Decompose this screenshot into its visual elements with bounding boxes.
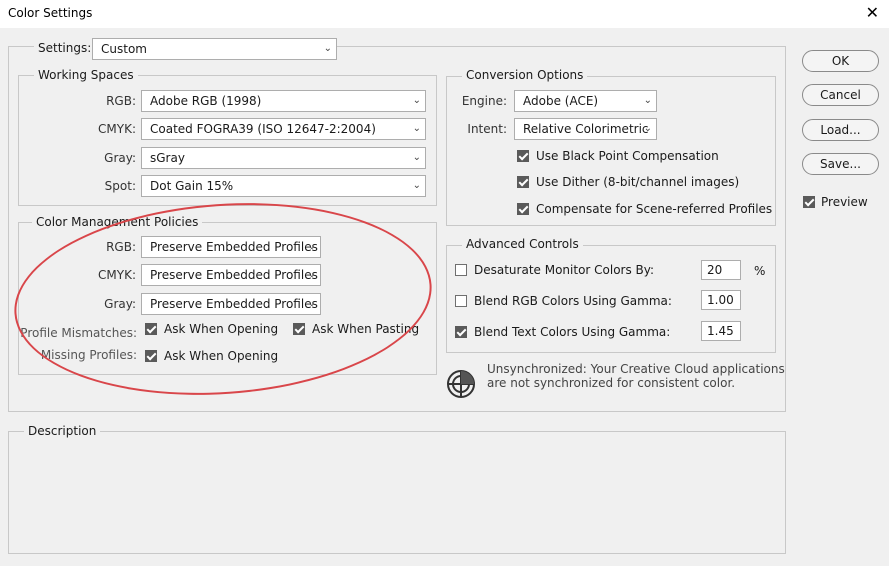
desaturate-unit: % (754, 264, 766, 278)
policy-cmyk-select[interactable]: Preserve Embedded Profiles ⌄ (141, 264, 321, 286)
missing-ask-when-opening-checkbox[interactable] (145, 350, 157, 362)
ask-when-opening-checkbox[interactable] (145, 323, 157, 335)
chevron-down-icon: ⌄ (643, 123, 652, 134)
blend-text-label: Blend Text Colors Using Gamma: (474, 325, 671, 339)
ws-rgb-select[interactable]: Adobe RGB (1998) ⌄ (141, 90, 426, 112)
chevron-down-icon: ⌄ (412, 123, 421, 134)
policy-cmyk-label: CMYK: (98, 268, 136, 282)
black-point-label: Use Black Point Compensation (536, 149, 719, 163)
chevron-down-icon: ⌄ (643, 95, 652, 106)
policy-cmyk-value: Preserve Embedded Profiles (150, 268, 318, 282)
settings-select-value: Custom (101, 42, 147, 56)
policy-rgb-select[interactable]: Preserve Embedded Profiles ⌄ (141, 236, 321, 258)
blend-rgb-checkbox[interactable] (455, 295, 467, 307)
intent-label: Intent: (467, 122, 507, 136)
scene-referred-checkbox[interactable] (517, 203, 529, 215)
ask-when-pasting-checkbox[interactable] (293, 323, 305, 335)
profile-mismatches-label: Profile Mismatches: (20, 326, 137, 340)
settings-label: Settings: (34, 41, 96, 55)
chevron-down-icon: ⌄ (412, 152, 421, 163)
chevron-down-icon: ⌄ (412, 180, 421, 191)
sync-note-line2: are not synchronized for consistent colo… (487, 376, 736, 390)
blend-text-checkbox[interactable] (455, 326, 467, 338)
policy-rgb-value: Preserve Embedded Profiles (150, 240, 318, 254)
settings-select[interactable]: Custom ⌄ (92, 38, 337, 60)
engine-value: Adobe (ACE) (523, 94, 599, 108)
blend-rgb-input[interactable]: 1.00 (701, 290, 741, 310)
policy-rgb-label: RGB: (106, 240, 136, 254)
desaturate-input[interactable]: 20 (701, 260, 741, 280)
desaturate-label: Desaturate Monitor Colors By: (474, 263, 655, 277)
preview-checkbox[interactable] (803, 196, 815, 208)
engine-select[interactable]: Adobe (ACE) ⌄ (514, 90, 657, 112)
chevron-down-icon: ⌄ (323, 43, 332, 54)
chevron-down-icon: ⌄ (307, 241, 316, 252)
ask-when-pasting-label: Ask When Pasting (312, 322, 420, 336)
ws-rgb-label: RGB: (106, 94, 136, 108)
missing-profiles-label: Missing Profiles: (40, 348, 137, 362)
policy-gray-label: Gray: (104, 297, 136, 311)
sync-status-icon (446, 369, 476, 399)
ws-gray-value: sGray (150, 151, 185, 165)
ws-cmyk-value: Coated FOGRA39 (ISO 12647-2:2004) (150, 122, 376, 136)
title-bar: Color Settings ✕ (0, 0, 889, 28)
conversion-legend: Conversion Options (462, 68, 588, 82)
dither-checkbox[interactable] (517, 176, 529, 188)
ws-spot-select[interactable]: Dot Gain 15% ⌄ (141, 175, 426, 197)
intent-value: Relative Colorimetric (523, 122, 649, 136)
ok-button[interactable]: OK (802, 50, 879, 72)
ws-gray-select[interactable]: sGray ⌄ (141, 147, 426, 169)
policy-gray-value: Preserve Embedded Profiles (150, 297, 318, 311)
cancel-button[interactable]: Cancel (802, 84, 879, 106)
preview-label: Preview (821, 195, 868, 209)
ask-when-opening-label: Ask When Opening (164, 322, 279, 336)
chevron-down-icon: ⌄ (412, 95, 421, 106)
ws-spot-value: Dot Gain 15% (150, 179, 234, 193)
close-icon[interactable]: ✕ (866, 3, 879, 22)
description-panel (8, 431, 786, 554)
dither-label: Use Dither (8-bit/channel images) (536, 175, 740, 189)
policies-legend: Color Management Policies (32, 215, 203, 229)
advanced-legend: Advanced Controls (462, 237, 583, 251)
chevron-down-icon: ⌄ (307, 298, 316, 309)
engine-label: Engine: (461, 94, 507, 108)
scene-referred-label: Compensate for Scene-referred Profiles (536, 202, 773, 216)
sync-note-line1: Unsynchronized: Your Creative Cloud appl… (487, 362, 785, 376)
description-legend: Description (24, 424, 101, 438)
ws-cmyk-label: CMYK: (98, 122, 136, 136)
load-button[interactable]: Load... (802, 119, 879, 141)
ws-cmyk-select[interactable]: Coated FOGRA39 (ISO 12647-2:2004) ⌄ (141, 118, 426, 140)
intent-select[interactable]: Relative Colorimetric ⌄ (514, 118, 657, 140)
window-title: Color Settings (8, 6, 93, 20)
ws-rgb-value: Adobe RGB (1998) (150, 94, 262, 108)
blend-text-input[interactable]: 1.45 (701, 321, 741, 341)
ws-spot-label: Spot: (104, 179, 136, 193)
working-spaces-legend: Working Spaces (34, 68, 138, 82)
chevron-down-icon: ⌄ (307, 269, 316, 280)
desaturate-checkbox[interactable] (455, 264, 467, 276)
save-button[interactable]: Save... (802, 153, 879, 175)
black-point-checkbox[interactable] (517, 150, 529, 162)
policy-gray-select[interactable]: Preserve Embedded Profiles ⌄ (141, 293, 321, 315)
ws-gray-label: Gray: (104, 151, 136, 165)
missing-ask-when-opening-label: Ask When Opening (164, 349, 279, 363)
blend-rgb-label: Blend RGB Colors Using Gamma: (474, 294, 672, 308)
